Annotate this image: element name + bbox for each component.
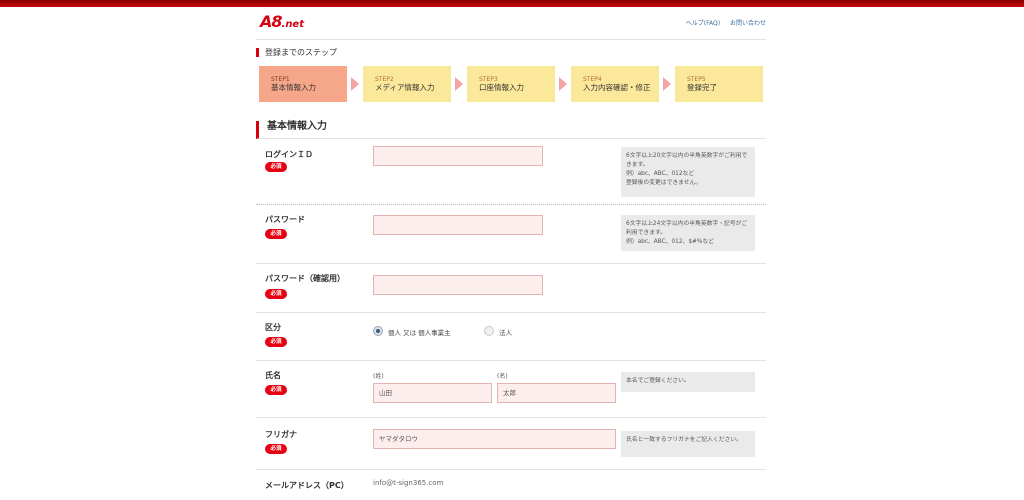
last-name-input[interactable]: 山田	[373, 383, 492, 403]
help-faq-link[interactable]: ヘルプ(FAQ)	[686, 20, 720, 27]
furigana-input[interactable]: ヤマダタロウ	[373, 429, 616, 449]
password-confirm-row: パスワード（確認用） 必須	[256, 264, 766, 313]
radio-individual-label: 個人 又は 個人事業主	[388, 329, 451, 337]
top-brand-bar	[0, 0, 1024, 7]
step-2: STEP2 メディア情報入力	[363, 66, 451, 102]
step-4: STEP4 入力内容確認・修正	[571, 66, 659, 102]
name-help: 本名でご登録ください。	[621, 372, 755, 392]
contact-link[interactable]: お問い合わせ	[730, 20, 766, 27]
password-input[interactable]	[373, 215, 543, 235]
login-id-row: ログインＩＤ 必須 6文字以上20文字以内の半角英数字がご利用できます。 例）a…	[256, 140, 766, 205]
steps-title: 登録までのステップ	[256, 48, 337, 57]
login-id-input[interactable]	[373, 146, 543, 166]
a8net-logo[interactable]: A8.net	[260, 12, 304, 31]
step-5: STEP5 登録完了	[675, 66, 763, 102]
password-confirm-input[interactable]	[373, 275, 543, 295]
required-badge: 必須	[265, 385, 287, 395]
furigana-label: フリガナ	[265, 430, 297, 439]
step-arrow-icon	[559, 77, 567, 91]
password-label: パスワード	[265, 215, 305, 224]
radio-corporation[interactable]	[484, 326, 494, 336]
login-id-help: 6文字以上20文字以内の半角英数字がご利用できます。 例）abc、ABC、012…	[621, 147, 755, 197]
registration-page: A8.net ヘルプ(FAQ) お問い合わせ 登録までのステップ STEP1 基本…	[256, 7, 766, 490]
password-row: パスワード 必須 6文字以上24文字以内の半角英数字・記号がご利用できます。 例…	[256, 205, 766, 264]
category-row: 区分 必須 個人 又は 個人事業主 法人	[256, 313, 766, 361]
furigana-help: 氏名と一致するフリガナをご記入ください。	[621, 431, 755, 457]
step-arrow-icon	[351, 77, 359, 91]
step-arrow-icon	[663, 77, 671, 91]
header-links: ヘルプ(FAQ) お問い合わせ	[678, 18, 766, 27]
furigana-row: フリガナ 必須 ヤマダタロウ 氏名と一致するフリガナをご記入ください。	[256, 418, 766, 470]
first-name-label: (名)	[497, 373, 508, 380]
step-indicator: STEP1 基本情報入力 STEP2 メディア情報入力 STEP3 口座情報入力 ST…	[256, 66, 766, 102]
site-header: A8.net ヘルプ(FAQ) お問い合わせ	[256, 7, 766, 40]
last-name-label: (姓)	[373, 373, 384, 380]
name-label: 氏名	[265, 371, 281, 380]
step-arrow-icon	[455, 77, 463, 91]
required-badge: 必須	[265, 162, 287, 172]
login-id-label: ログインＩＤ	[265, 150, 313, 159]
category-label: 区分	[265, 323, 281, 332]
email-row: メールアドレス（PC） info@t-sign365.com	[256, 470, 766, 500]
radio-individual[interactable]	[373, 326, 383, 336]
required-badge: 必須	[265, 337, 287, 347]
password-help: 6文字以上24文字以内の半角英数字・記号がご利用できます。 例）abc、ABC、…	[621, 215, 755, 251]
step-1: STEP1 基本情報入力	[259, 66, 347, 102]
required-badge: 必須	[265, 289, 287, 299]
password-confirm-label: パスワード（確認用）	[265, 274, 345, 283]
first-name-input[interactable]: 太郎	[497, 383, 616, 403]
section-title: 基本情報入力	[256, 121, 766, 139]
required-badge: 必須	[265, 229, 287, 239]
name-row: 氏名 必須 (姓) (名) 山田 太郎 本名でご登録ください。	[256, 361, 766, 418]
required-badge: 必須	[265, 444, 287, 454]
radio-corporation-label: 法人	[499, 329, 512, 337]
step-3: STEP3 口座情報入力	[467, 66, 555, 102]
